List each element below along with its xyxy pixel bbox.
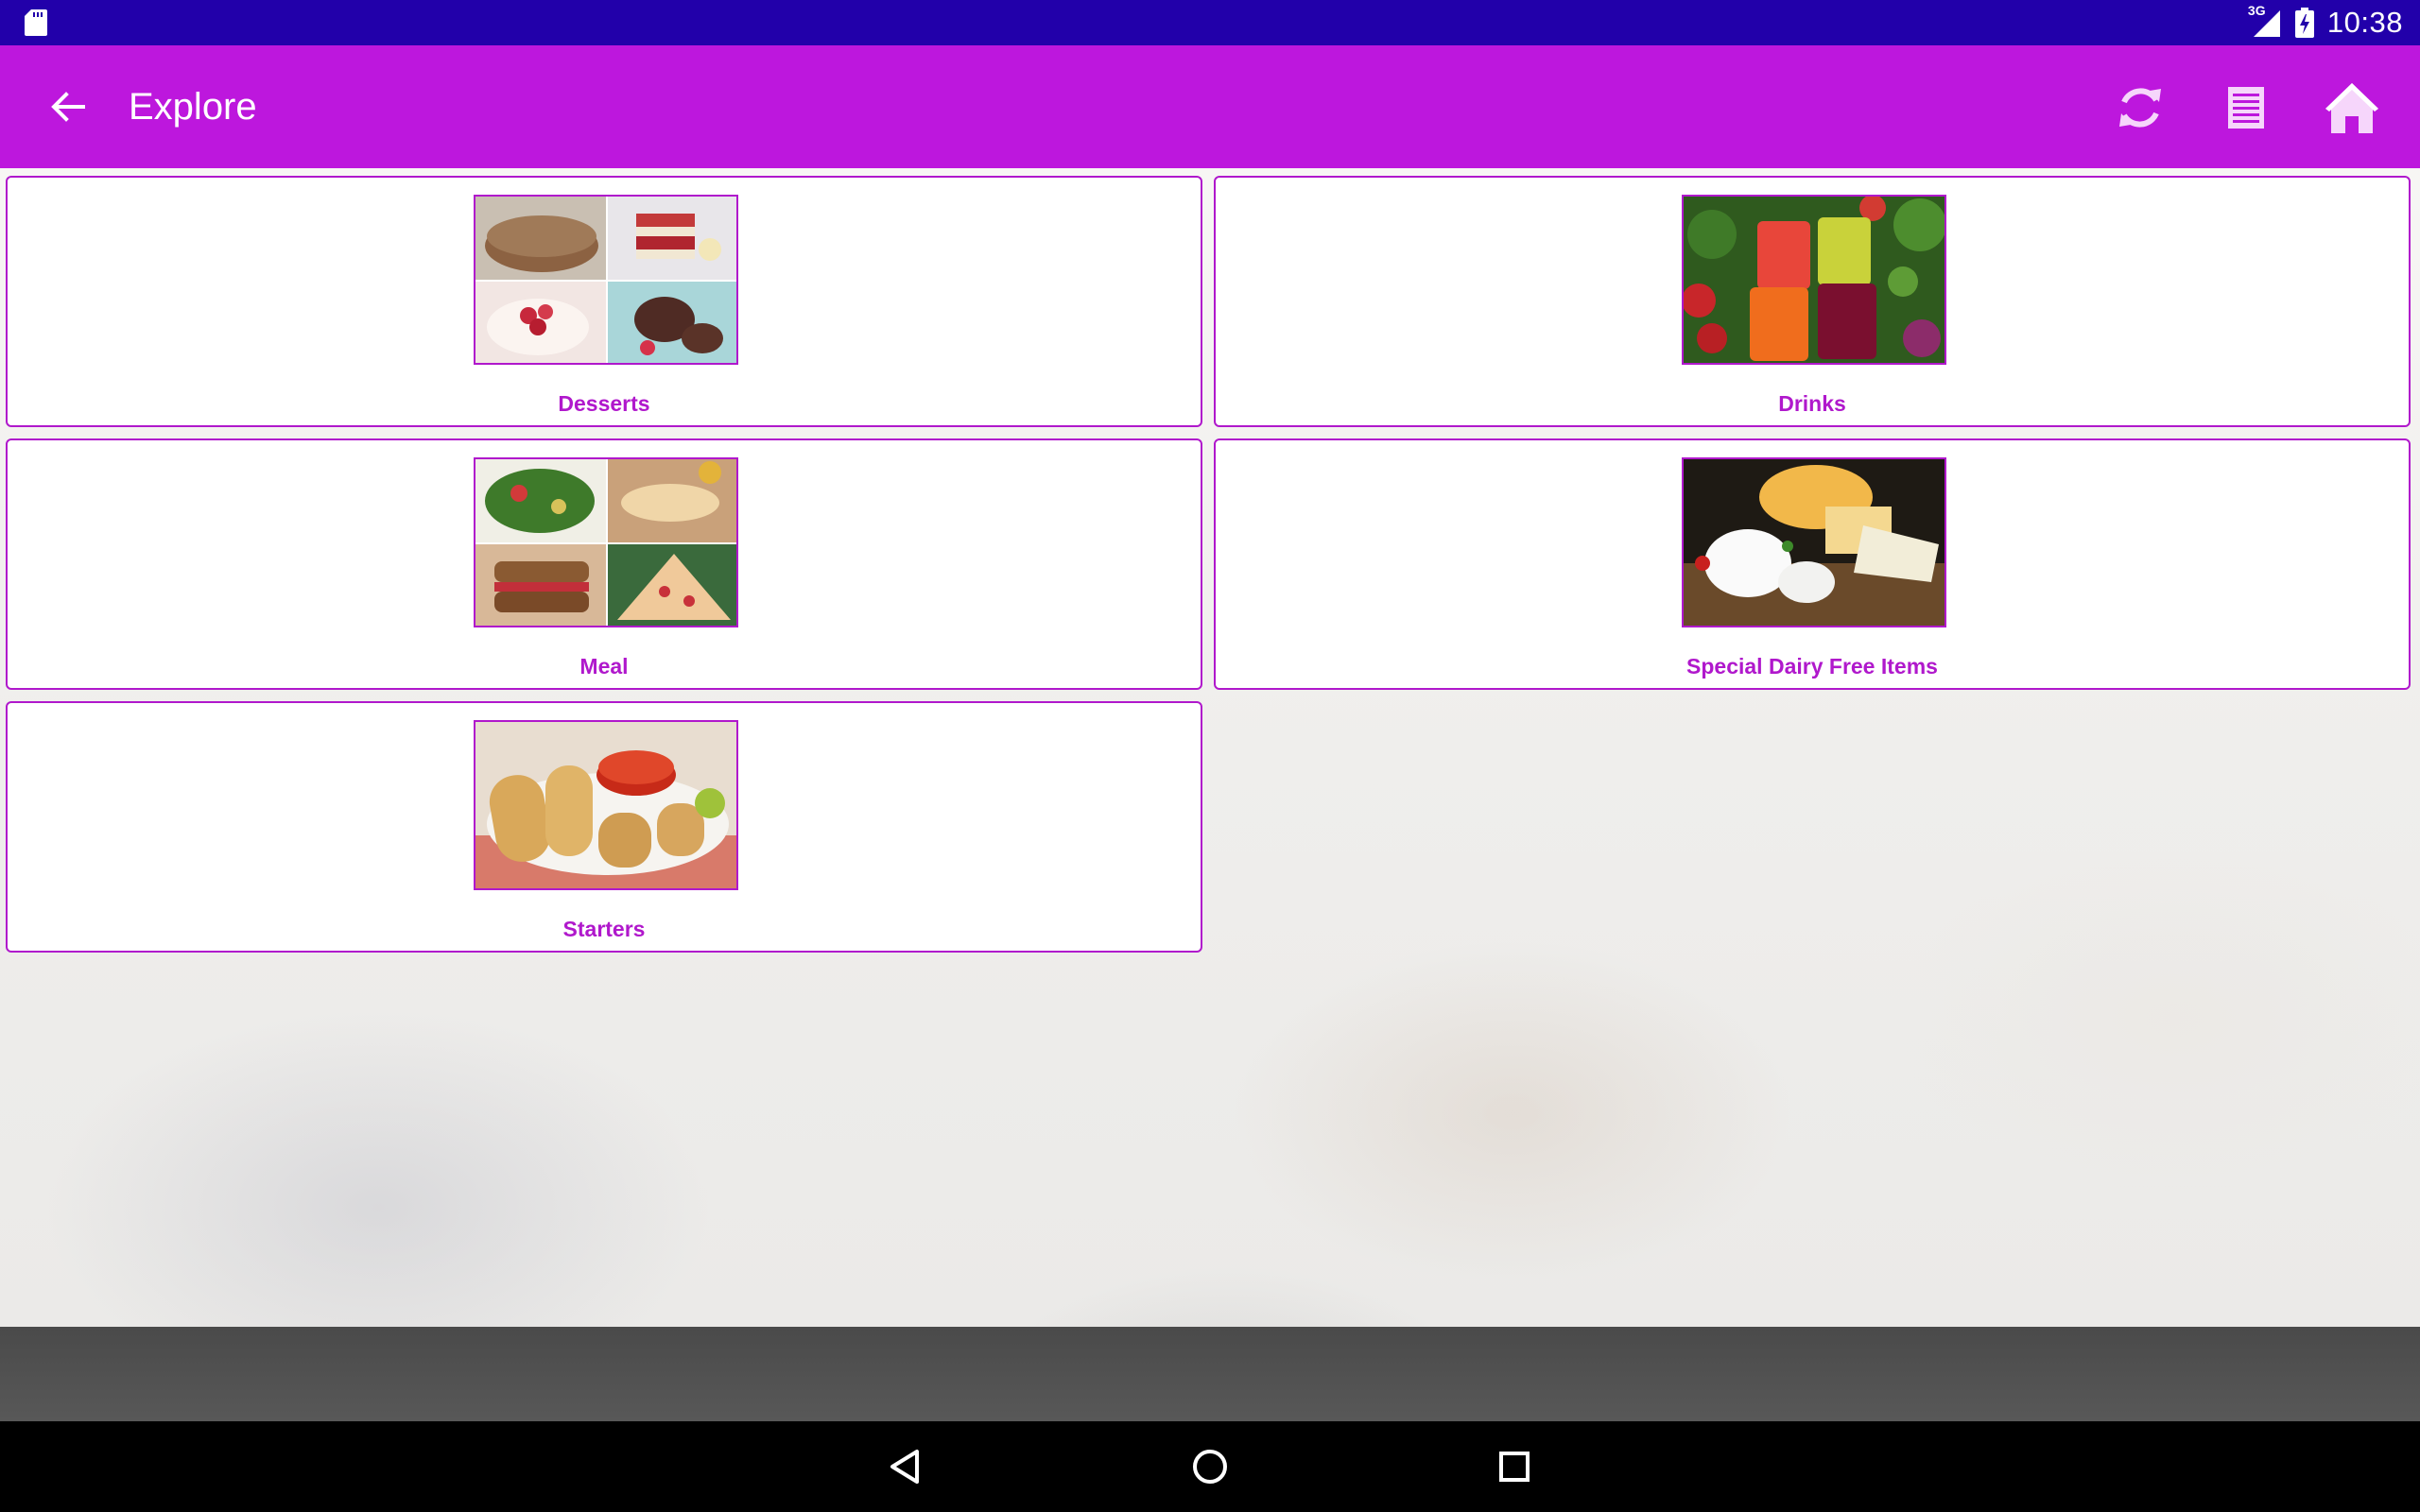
category-card-meal[interactable]: Meal [6, 438, 1202, 690]
drinks-image [1682, 195, 1946, 365]
home-icon [2325, 83, 2378, 133]
category-card-desserts[interactable]: Desserts [6, 176, 1202, 427]
refresh-icon [2119, 88, 2161, 128]
desserts-image [474, 195, 738, 365]
category-card-starters[interactable]: Starters [6, 701, 1202, 953]
back-arrow-icon [51, 92, 85, 122]
back-triangle-icon [890, 1450, 919, 1484]
dairy-free-image [1682, 457, 1946, 627]
category-card-drinks[interactable]: Drinks [1214, 176, 2411, 427]
meal-image [474, 457, 738, 627]
home-button[interactable] [2318, 74, 2386, 142]
list-icon [2228, 87, 2264, 129]
recents-square-icon [1499, 1452, 1530, 1482]
signal-icon [2253, 10, 2280, 37]
page-title: Explore [129, 86, 257, 128]
category-label: Desserts [558, 391, 650, 416]
battery-charging-icon [2294, 8, 2314, 38]
category-label: Drinks [1778, 391, 1846, 416]
list-button[interactable] [2212, 74, 2280, 142]
category-label: Starters [562, 917, 646, 941]
signal-indicator: 3G [2248, 3, 2282, 39]
sd-card-icon [25, 9, 47, 36]
system-nav-bar [0, 1421, 2420, 1512]
starters-image [474, 720, 738, 890]
app-bar: Explore [0, 45, 2420, 168]
category-label: Meal [579, 654, 629, 679]
category-label: Special Dairy Free Items [1686, 654, 1938, 679]
bottom-bar [0, 1327, 2420, 1421]
refresh-button[interactable] [2106, 74, 2174, 142]
back-button[interactable] [38, 79, 98, 134]
nav-recents-button[interactable] [1488, 1440, 1541, 1493]
home-circle-icon [1193, 1450, 1227, 1484]
clock: 10:38 [2326, 6, 2403, 39]
category-card-special-dairy-free[interactable]: Special Dairy Free Items [1214, 438, 2411, 690]
nav-home-button[interactable] [1184, 1440, 1236, 1493]
status-bar: 3G 10:38 [0, 0, 2420, 45]
nav-back-button[interactable] [879, 1440, 932, 1493]
